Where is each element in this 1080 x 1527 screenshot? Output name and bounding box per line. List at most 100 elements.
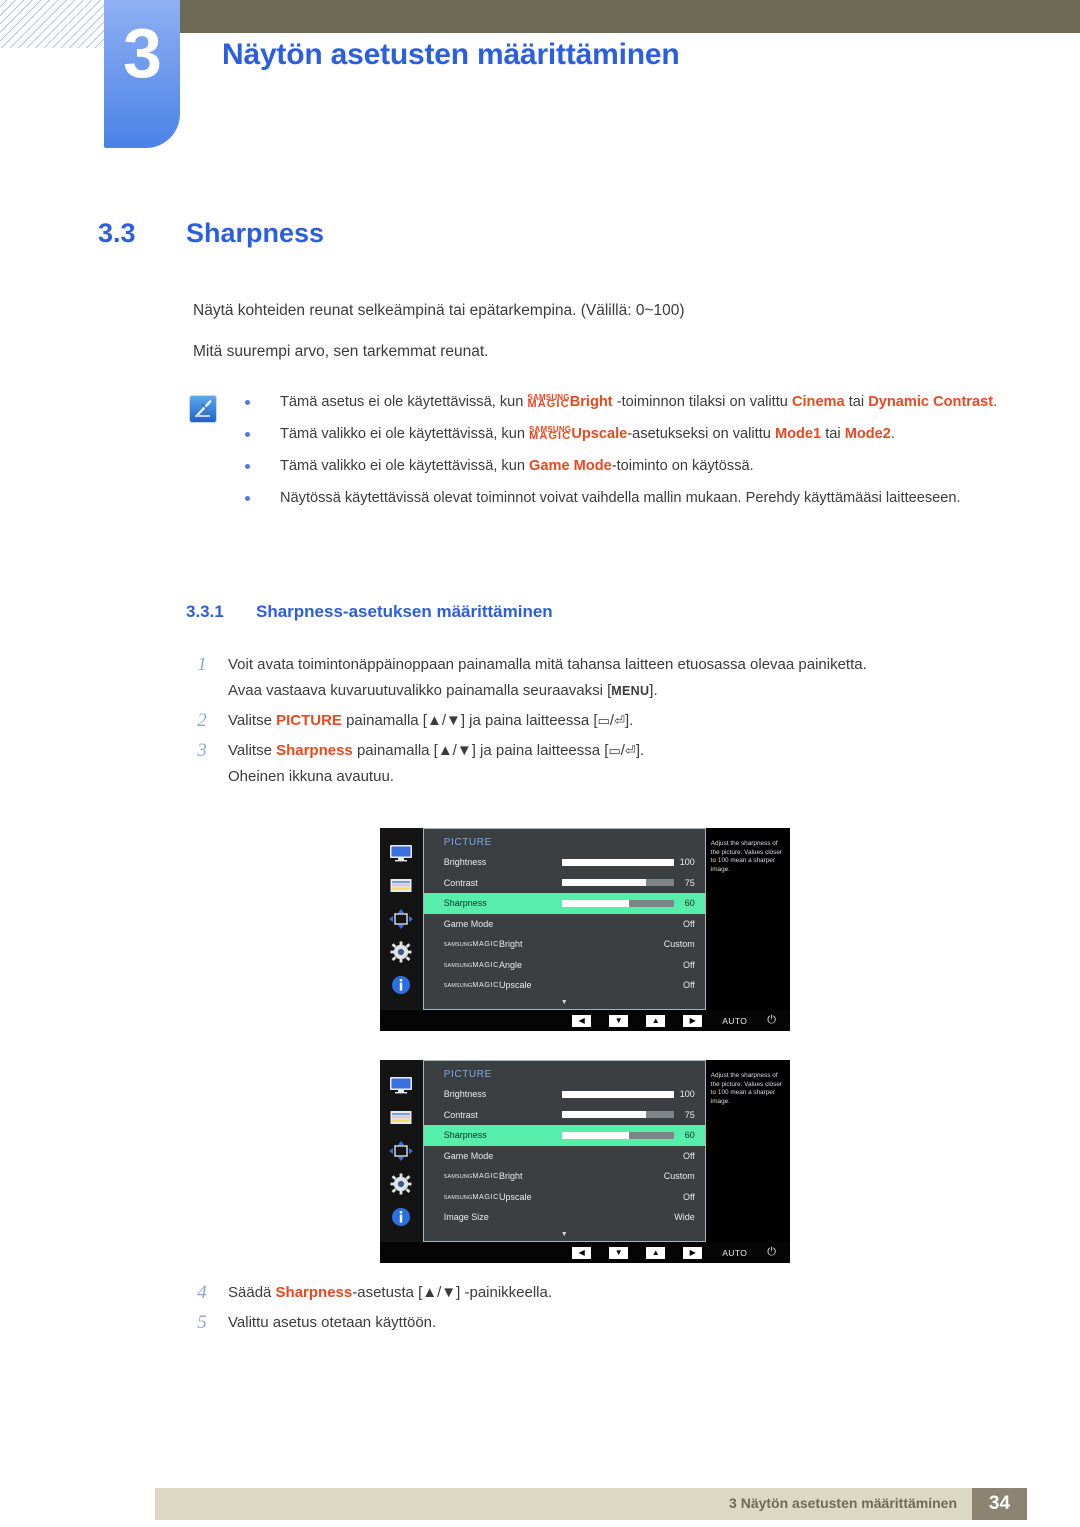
bullet-text-pre: Näytössä käytettävissä olevat toiminnot …: [280, 490, 961, 506]
osd-row-value: 60: [684, 898, 695, 909]
resize-arrows-icon[interactable]: [388, 908, 414, 930]
osd-row-image-size[interactable]: Image Size Wide: [424, 1207, 705, 1228]
step-text-post: ].: [635, 742, 645, 759]
osd-row-sharpness[interactable]: Sharpness 60: [423, 1125, 705, 1146]
step-number: 5: [197, 1312, 207, 1333]
left-key-icon[interactable]: ◀: [572, 1246, 592, 1259]
osd-body: PICTURE Brightness 100 Contrast 75 Sharp…: [380, 828, 790, 1010]
power-icon[interactable]: ⏻: [767, 1246, 776, 1259]
step-text-pre: Valitse: [228, 712, 277, 729]
step-highlight: PICTURE: [276, 712, 342, 729]
right-key-icon[interactable]: ▶: [683, 1246, 703, 1259]
left-key-icon[interactable]: ◀: [572, 1014, 592, 1027]
scroll-down-caret-icon[interactable]: ▼: [561, 999, 568, 1006]
magic-bottom: MAGIC: [472, 1191, 499, 1201]
magic-bottom: MAGIC: [529, 430, 572, 442]
sharpness-slider[interactable]: [561, 899, 674, 907]
step-number: 3: [197, 740, 207, 761]
bullet-text-pre: Tämä valikko ei ole käytettävissä, kun: [280, 458, 530, 474]
monitor-icon[interactable]: [388, 842, 414, 864]
magic-bottom: MAGIC: [472, 959, 499, 969]
osd-row-game-mode[interactable]: Game Mode Off: [424, 1146, 705, 1167]
bullet-highlight-1: Mode1: [774, 426, 822, 442]
samsung-magic-logo: SAMSUNGMAGIC: [443, 940, 499, 949]
osd-row-label: Contrast: [443, 1109, 478, 1120]
osd-row-value: 100: [679, 1089, 695, 1100]
osd-row-magic-angle[interactable]: SAMSUNGMAGICAngle Off: [424, 955, 705, 976]
page-number: 34: [972, 1488, 1027, 1520]
osd-screenshot-2: PICTURE Brightness 100 Contrast 75 Sharp…: [380, 1060, 790, 1263]
auto-button-label[interactable]: AUTO: [722, 1016, 747, 1026]
bullet-highlight-2: Mode2: [844, 426, 891, 442]
gear-icon[interactable]: [388, 941, 414, 963]
osd-row-value: 100: [679, 857, 695, 868]
osd-row-sharpness[interactable]: Sharpness 60: [423, 893, 705, 914]
up-key-icon[interactable]: ▲: [646, 1246, 666, 1259]
samsung-magic-logo: SAMSUNGMAGIC: [527, 393, 569, 409]
color-bars-icon[interactable]: [388, 1107, 414, 1129]
osd-row-magic-bright[interactable]: SAMSUNGMAGICBright Custom: [424, 1166, 705, 1187]
step-number: 4: [197, 1282, 207, 1303]
list-item: 4 Säädä Sharpness-asetusta [▲/▼] -painik…: [192, 1280, 982, 1306]
osd-row-contrast[interactable]: Contrast 75: [424, 873, 705, 894]
osd-row-value: Off: [682, 980, 695, 991]
down-key-icon[interactable]: ▼: [609, 1014, 629, 1027]
up-key-icon[interactable]: ▲: [646, 1014, 666, 1027]
right-key-icon[interactable]: ▶: [683, 1014, 703, 1027]
list-item: Näytössä käytettävissä olevat toiminnot …: [240, 486, 1000, 511]
osd-sidebar: [380, 828, 423, 1010]
magic-top: SAMSUNG: [443, 942, 473, 949]
enter-key-icon: ⏎: [614, 713, 625, 728]
note-bullet-list: Tämä asetus ei ole käytettävissä, kun SA…: [240, 390, 1000, 518]
osd-row-brightness[interactable]: Brightness 100: [424, 852, 705, 873]
resize-arrows-icon[interactable]: [388, 1140, 414, 1162]
list-item: Tämä valikko ei ole käytettävissä, kun G…: [240, 454, 1000, 479]
list-item: Tämä asetus ei ole käytettävissä, kun SA…: [240, 390, 1000, 415]
step-text-post: ].: [624, 712, 634, 729]
monitor-icon[interactable]: [388, 1074, 414, 1096]
color-bars-icon[interactable]: [388, 875, 414, 897]
osd-menu-panel: PICTURE Brightness 100 Contrast 75 Sharp…: [422, 828, 706, 1010]
list-item: Tämä valikko ei ole käytettävissä, kun S…: [240, 422, 1000, 447]
brightness-slider[interactable]: [561, 1090, 674, 1098]
brightness-slider[interactable]: [561, 858, 674, 866]
contrast-slider[interactable]: [561, 879, 674, 887]
note-pen-icon: [190, 396, 216, 422]
step-text-mid: painamalla [▲/▼] ja paina laitteessa [: [352, 742, 609, 759]
osd-row-value: Off: [682, 959, 695, 970]
osd-row-label: Contrast: [443, 877, 478, 888]
bullet-text-pre: Tämä asetus ei ole käytettävissä, kun: [280, 394, 528, 410]
osd-row-label: Game Mode: [443, 918, 494, 929]
osd-row-magic-upscale[interactable]: SAMSUNGMAGICUpscale Off: [424, 975, 705, 996]
osd-row-value: Wide: [674, 1212, 695, 1223]
step-text-pre: Säädä: [228, 1284, 276, 1301]
power-icon[interactable]: ⏻: [767, 1014, 776, 1027]
osd-row-brightness[interactable]: Brightness 100: [424, 1084, 705, 1105]
down-key-icon[interactable]: ▼: [609, 1246, 629, 1259]
osd-row-magic-bright[interactable]: SAMSUNGMAGICBright Custom: [424, 934, 705, 955]
info-icon[interactable]: [388, 1206, 414, 1228]
osd-row-label: Sharpness: [443, 898, 487, 909]
sharpness-slider[interactable]: [561, 1131, 674, 1139]
section-paragraph-1: Näytä kohteiden reunat selkeämpinä tai e…: [193, 302, 685, 319]
bullet-dot: [245, 464, 250, 469]
osd-row-magic-upscale[interactable]: SAMSUNGMAGICUpscale Off: [424, 1187, 705, 1208]
step-line-1: Voit avata toimintonäppäinoppaan painama…: [228, 656, 867, 673]
auto-button-label[interactable]: AUTO: [722, 1248, 747, 1258]
magic-top: SAMSUNG: [443, 962, 473, 969]
gear-icon[interactable]: [388, 1173, 414, 1195]
subsection-title: Sharpness-asetuksen määrittäminen: [256, 602, 553, 621]
info-icon[interactable]: [388, 974, 414, 996]
osd-menu-title: PICTURE: [443, 837, 492, 848]
scroll-down-caret-icon[interactable]: ▼: [561, 1231, 568, 1238]
section-paragraph-2: Mitä suurempi arvo, sen tarkemmat reunat…: [193, 343, 489, 360]
list-item: 2 Valitse PICTURE painamalla [▲/▼] ja pa…: [192, 708, 982, 734]
bullet-dot: [245, 432, 250, 437]
osd-row-contrast[interactable]: Contrast 75: [424, 1105, 705, 1126]
contrast-slider[interactable]: [561, 1111, 674, 1119]
osd-row-game-mode[interactable]: Game Mode Off: [424, 914, 705, 935]
step-line-2: Avaa vastaava kuvaruutuvalikko painamall…: [228, 678, 982, 704]
bullet-text-post: .: [890, 426, 895, 442]
osd-row-label: Sharpness: [443, 1130, 487, 1141]
magic-top: SAMSUNG: [443, 1194, 473, 1201]
